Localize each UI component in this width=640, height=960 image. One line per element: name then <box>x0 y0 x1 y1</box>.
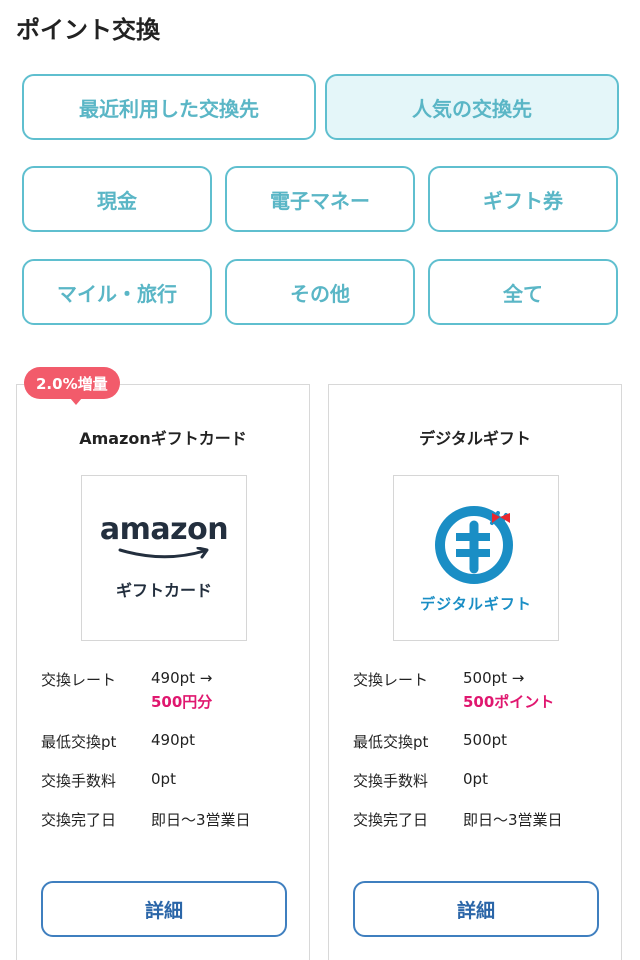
tab-popular[interactable]: 人気の交換先 <box>325 74 619 140</box>
exchange-card-amazon[interactable]: Amazonギフトカード amazon ギフトカード 交換レート 490pt →… <box>16 384 310 960</box>
card-title: Amazonギフトカード <box>79 429 247 448</box>
tab-recent-label: 最近利用した交換先 <box>79 96 259 121</box>
category-label: 現金 <box>97 188 137 213</box>
rate-from: 500pt → <box>463 669 525 687</box>
page-title: ポイント交換 <box>16 16 160 44</box>
info-value: 0pt <box>151 770 176 788</box>
info-label: 最低交換pt <box>353 733 429 751</box>
tab-recent[interactable]: 最近利用した交換先 <box>22 74 316 140</box>
category-gift-card[interactable]: ギフト券 <box>428 166 618 232</box>
category-emoney[interactable]: 電子マネー <box>225 166 415 232</box>
info-label: 交換レート <box>353 671 429 689</box>
bonus-badge: 2.0%増量 <box>24 367 120 399</box>
category-label: 電子マネー <box>270 188 370 213</box>
rate-to: 500円分 <box>151 693 213 711</box>
info-value: 即日〜3営業日 <box>463 811 563 829</box>
info-value: 500pt <box>463 731 508 749</box>
category-mile-travel[interactable]: マイル・旅行 <box>22 259 212 325</box>
category-label: 全て <box>503 281 543 306</box>
category-label: その他 <box>290 281 350 306</box>
category-label: マイル・旅行 <box>57 281 177 306</box>
category-label: ギフト券 <box>483 188 563 213</box>
category-all[interactable]: 全て <box>428 259 618 325</box>
amazon-smile-icon <box>118 547 209 559</box>
rate-to: 500ポイント <box>463 693 555 711</box>
info-label: 最低交換pt <box>41 733 117 751</box>
info-value: 490pt → 500円分 <box>151 669 311 712</box>
category-other[interactable]: その他 <box>225 259 415 325</box>
amazon-logo-subtitle: ギフトカード <box>115 581 212 600</box>
amazon-logo: amazon ギフトカード <box>81 475 247 641</box>
detail-button[interactable]: 詳細 <box>353 881 599 937</box>
info-value: 0pt <box>463 770 488 788</box>
digital-gift-logo: デジタルギフト <box>393 475 559 641</box>
card-title: デジタルギフト <box>419 429 531 448</box>
digital-gift-logo-subtitle: デジタルギフト <box>420 594 532 613</box>
amazon-wordmark: amazon <box>99 512 229 547</box>
info-label: 交換手数料 <box>41 772 117 790</box>
info-label: 交換レート <box>41 671 117 689</box>
info-value: 即日〜3営業日 <box>151 811 251 829</box>
info-value: 490pt <box>151 731 196 749</box>
detail-button[interactable]: 詳細 <box>41 881 287 937</box>
info-label: 交換完了日 <box>353 811 429 829</box>
info-value: 500pt → 500ポイント <box>463 669 623 712</box>
info-label: 交換手数料 <box>353 772 429 790</box>
digital-gift-icon <box>435 505 513 584</box>
category-cash[interactable]: 現金 <box>22 166 212 232</box>
exchange-card-digital-gift[interactable]: デジタルギフト デジタルギフト 交換レート 500pt → 500ポイント 最低… <box>328 384 622 960</box>
rate-from: 490pt → <box>151 669 213 687</box>
bonus-badge-tail <box>70 398 82 405</box>
info-label: 交換完了日 <box>41 811 117 829</box>
tab-popular-label: 人気の交換先 <box>412 96 532 121</box>
